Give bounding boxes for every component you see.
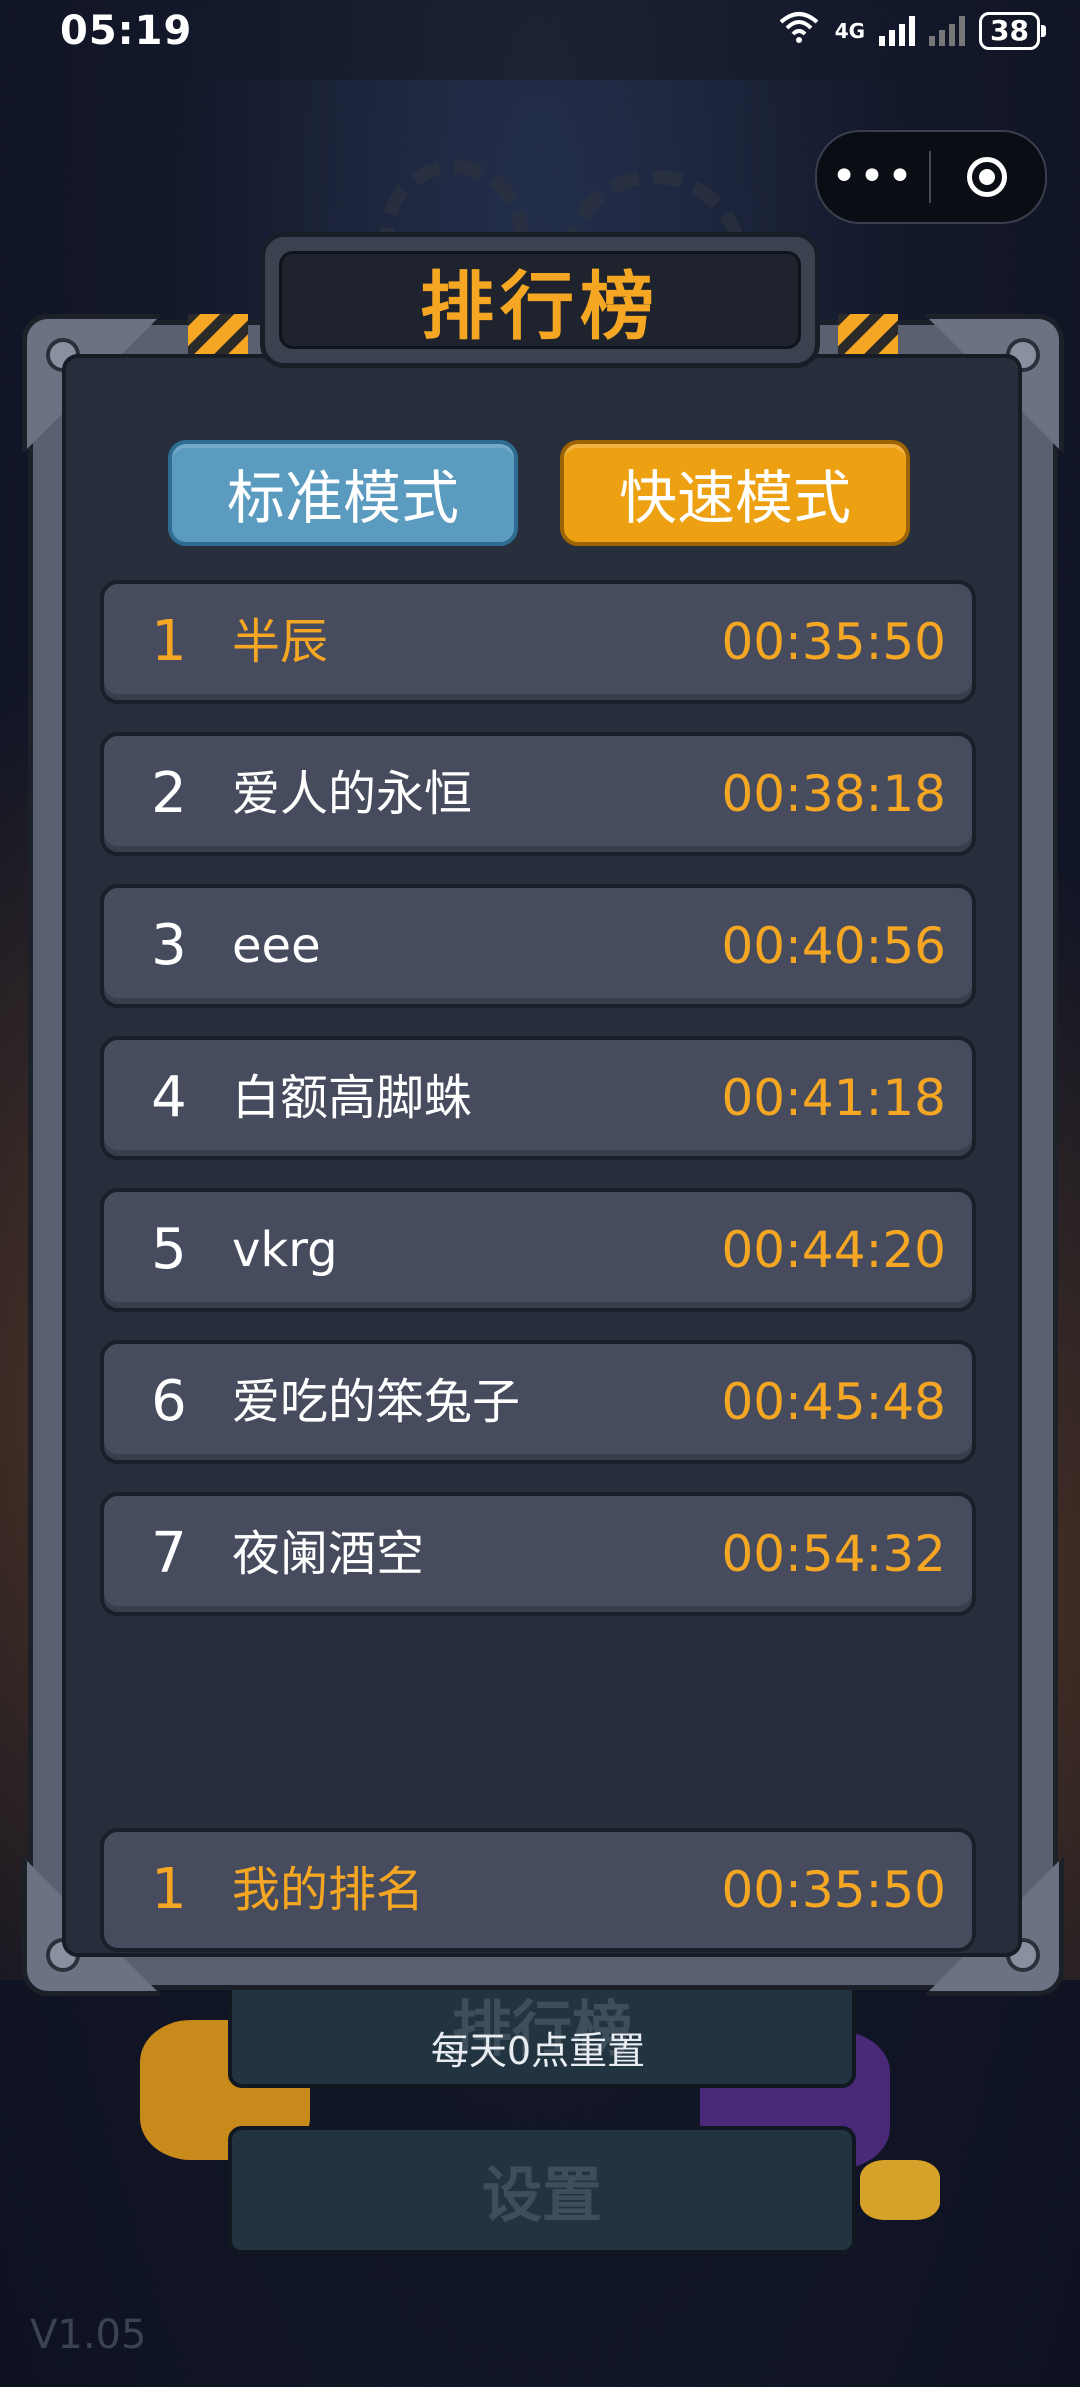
leaderboard-panel: 排行榜 标准模式 快速模式 1 半辰 00:35:50 2 爱人的永恒 00:3… [22, 232, 1064, 1996]
row-rank: 2 [151, 761, 187, 826]
leaderboard-row: 6 爱吃的笨兔子 00:45:48 [100, 1340, 976, 1464]
menu-settings-button[interactable]: 设置 [228, 2126, 856, 2254]
network-label: 4G [834, 18, 866, 43]
more-dots-icon[interactable]: ••• [817, 155, 929, 199]
row-name: eee [232, 918, 321, 974]
row-time: 00:54:32 [721, 1525, 946, 1583]
status-icons: 4G 38 [777, 10, 1046, 51]
row-time: 00:44:20 [721, 1221, 946, 1279]
battery-icon: 38 [979, 11, 1046, 50]
title-plate: 排行榜 [260, 232, 820, 368]
title-inner: 排行榜 [279, 251, 801, 350]
leaderboard-row: 1 半辰 00:35:50 [100, 580, 976, 704]
row-time: 00:45:48 [721, 1373, 946, 1431]
leaderboard-list: 1 半辰 00:35:50 2 爱人的永恒 00:38:18 3 eee 00:… [100, 580, 976, 1644]
row-name: 爱人的永恒 [232, 766, 473, 822]
row-rank: 7 [151, 1521, 187, 1586]
tab-fast-label: 快速模式 [618, 464, 851, 532]
panel-title: 排行榜 [420, 263, 660, 350]
row-time: 00:41:18 [721, 1069, 946, 1127]
row-rank: 6 [151, 1369, 187, 1434]
leaderboard-row: 4 白额高脚蛛 00:41:18 [100, 1036, 976, 1160]
target-icon[interactable] [931, 157, 1043, 197]
signal-icon [879, 15, 916, 46]
row-time: 00:40:56 [721, 917, 946, 975]
leaderboard-row: 5 vkrg 00:44:20 [100, 1188, 976, 1312]
leaderboard-row: 7 夜阑酒空 00:54:32 [100, 1492, 976, 1616]
row-time: 00:35:50 [721, 613, 946, 671]
row-rank: 3 [151, 913, 187, 978]
my-rank-label: 我的排名 [232, 1862, 425, 1918]
row-name: 半辰 [232, 614, 329, 670]
status-bar: 05:19 4G 38 [0, 0, 1080, 60]
leaderboard-row: 2 爱人的永恒 00:38:18 [100, 732, 976, 856]
row-rank: 4 [151, 1065, 187, 1130]
my-rank: 1 [151, 1857, 187, 1922]
wifi-icon [777, 10, 821, 51]
gold-rock-decoration [860, 2160, 940, 2220]
leaderboard-row: 3 eee 00:40:56 [100, 884, 976, 1008]
tab-standard-mode[interactable]: 标准模式 [168, 440, 518, 546]
row-name: vkrg [232, 1222, 338, 1278]
row-rank: 1 [151, 609, 187, 674]
row-name: 夜阑酒空 [232, 1526, 425, 1582]
hazard-stripe [838, 314, 898, 354]
tab-standard-label: 标准模式 [226, 464, 459, 532]
row-name: 爱吃的笨兔子 [232, 1374, 521, 1430]
reset-note: 每天0点重置 [430, 2029, 646, 2073]
my-rank-row: 1 我的排名 00:35:50 [100, 1828, 976, 1952]
hazard-stripe [188, 314, 248, 354]
row-rank: 5 [151, 1217, 187, 1282]
tab-fast-mode[interactable]: 快速模式 [560, 440, 910, 546]
status-time: 05:19 [60, 8, 193, 54]
row-time: 00:38:18 [721, 765, 946, 823]
my-rank-time: 00:35:50 [721, 1861, 946, 1919]
capsule-menu: ••• [815, 130, 1047, 224]
version-label: V1.05 [30, 2312, 147, 2358]
signal-no-service-icon [929, 15, 966, 46]
menu-settings-label: 设置 [482, 2160, 602, 2231]
row-name: 白额高脚蛛 [232, 1070, 473, 1126]
